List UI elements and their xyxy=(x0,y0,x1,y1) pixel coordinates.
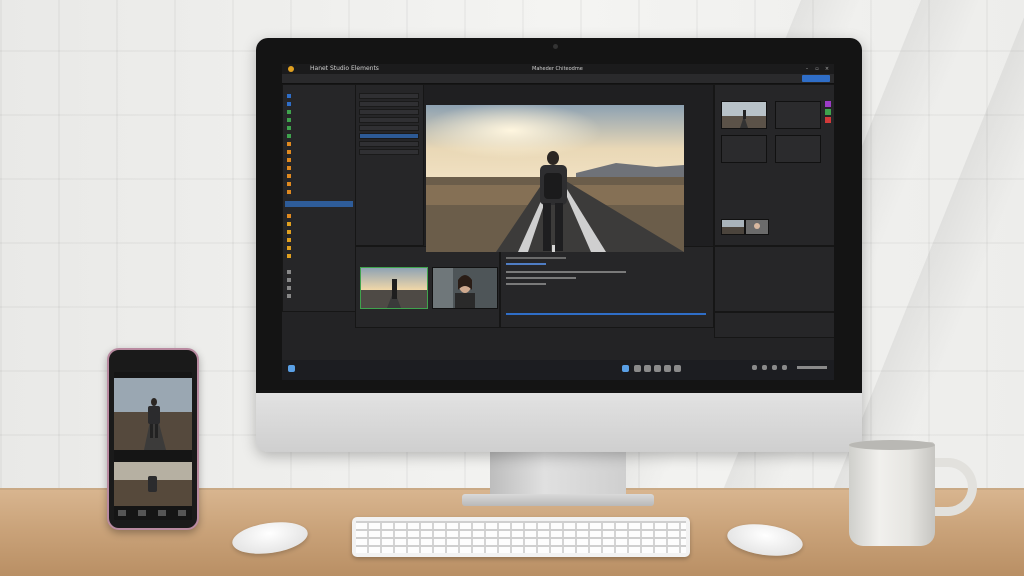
document-title: Maheder Chiteodme xyxy=(532,66,583,72)
list-item[interactable] xyxy=(359,101,419,107)
viewer-image xyxy=(426,105,684,252)
monitor-stand-base xyxy=(462,494,654,506)
list-item[interactable] xyxy=(359,93,419,99)
status-panel xyxy=(714,312,834,338)
thumbnail-image xyxy=(746,220,768,234)
tree-row[interactable] xyxy=(287,149,294,154)
tree-row[interactable] xyxy=(287,101,294,106)
tree-row[interactable] xyxy=(287,109,294,114)
clip-thumbnail-selected[interactable] xyxy=(360,267,428,309)
tree-row[interactable] xyxy=(287,245,294,250)
tree-row[interactable] xyxy=(287,221,294,226)
tree-row[interactable] xyxy=(287,277,294,282)
app-title: Hanet Studio Elements xyxy=(310,65,379,72)
tree-row[interactable] xyxy=(287,93,294,98)
code-line xyxy=(506,271,626,273)
script-editor-panel xyxy=(500,246,714,328)
tree-row[interactable] xyxy=(287,117,294,122)
mug-rim xyxy=(849,440,935,450)
thumbnail-image xyxy=(722,102,766,128)
monitor-stand xyxy=(490,452,626,500)
list-item[interactable] xyxy=(359,141,419,147)
placeholder-thumbnail[interactable] xyxy=(775,135,821,163)
phone-screen xyxy=(114,372,192,520)
thumbnail[interactable] xyxy=(721,219,745,235)
keyboard-rows xyxy=(356,521,686,553)
maximize-icon[interactable]: ▫ xyxy=(814,66,820,72)
placeholder-thumbnail[interactable] xyxy=(775,101,821,129)
color-swatch[interactable] xyxy=(825,117,831,123)
code-line xyxy=(506,263,546,265)
clip-thumbnail[interactable] xyxy=(432,267,498,309)
smartphone xyxy=(107,348,199,530)
monitor-chin xyxy=(256,393,862,452)
taskbar-app-icon[interactable] xyxy=(674,365,681,372)
title-bar: Hanet Studio Elements Maheder Chiteodme … xyxy=(282,64,834,74)
scrubber-bar[interactable] xyxy=(506,313,706,315)
list-item[interactable] xyxy=(359,149,419,155)
tree-row[interactable] xyxy=(287,237,294,242)
tree-row[interactable] xyxy=(287,173,294,178)
code-line xyxy=(506,277,576,279)
tree-row[interactable] xyxy=(287,141,294,146)
thumbnail-image xyxy=(722,220,744,234)
taskbar-app-icon[interactable] xyxy=(622,365,629,372)
list-item[interactable] xyxy=(359,109,419,115)
tree-row[interactable] xyxy=(287,133,294,138)
properties-panel xyxy=(714,246,834,312)
tray-icon[interactable] xyxy=(782,365,787,370)
minimize-icon[interactable]: – xyxy=(804,66,810,72)
effects-panel xyxy=(355,84,424,246)
tree-row[interactable] xyxy=(287,293,294,298)
logo-icon xyxy=(288,66,294,72)
color-swatch[interactable] xyxy=(825,101,831,107)
code-line xyxy=(506,283,546,285)
phone-photos xyxy=(114,372,192,520)
project-panel xyxy=(282,84,356,312)
tree-row[interactable] xyxy=(287,125,294,130)
tree-row[interactable] xyxy=(287,181,294,186)
keyboard[interactable] xyxy=(352,517,690,557)
coffee-mug xyxy=(849,442,935,546)
thumbnail[interactable] xyxy=(721,101,767,129)
thumbnail[interactable] xyxy=(745,219,769,235)
clip-image xyxy=(361,268,427,308)
tray-icon[interactable] xyxy=(762,365,767,370)
clock xyxy=(797,366,827,369)
tray-icon[interactable] xyxy=(772,365,777,370)
inspector-panel xyxy=(714,84,834,246)
taskbar-app-icon[interactable] xyxy=(664,365,671,372)
tree-row[interactable] xyxy=(287,189,294,194)
selected-tree-row[interactable] xyxy=(285,201,353,207)
taskbar-app-icon[interactable] xyxy=(644,365,651,372)
media-bin-panel xyxy=(355,246,500,328)
code-line xyxy=(506,257,566,259)
list-item[interactable] xyxy=(359,125,419,131)
clip-image xyxy=(433,268,497,308)
placeholder-thumbnail[interactable] xyxy=(721,135,767,163)
wifi-icon[interactable] xyxy=(752,365,757,370)
webcam xyxy=(553,44,558,49)
taskbar xyxy=(282,360,834,380)
windows-start-icon[interactable] xyxy=(288,365,295,372)
close-icon[interactable]: × xyxy=(824,66,830,72)
tree-row[interactable] xyxy=(287,269,294,274)
tree-row[interactable] xyxy=(287,253,294,258)
taskbar-app-icon[interactable] xyxy=(654,365,661,372)
tree-row[interactable] xyxy=(287,213,294,218)
taskbar-app-icon[interactable] xyxy=(634,365,641,372)
export-button[interactable] xyxy=(802,75,830,82)
menu-bar xyxy=(282,74,834,84)
tree-row[interactable] xyxy=(287,229,294,234)
road-photo xyxy=(426,105,684,252)
list-item[interactable] xyxy=(359,117,419,123)
tree-row[interactable] xyxy=(287,157,294,162)
color-swatch[interactable] xyxy=(825,109,831,115)
list-item-selected[interactable] xyxy=(359,133,419,139)
tree-row[interactable] xyxy=(287,285,294,290)
tree-row[interactable] xyxy=(287,165,294,170)
